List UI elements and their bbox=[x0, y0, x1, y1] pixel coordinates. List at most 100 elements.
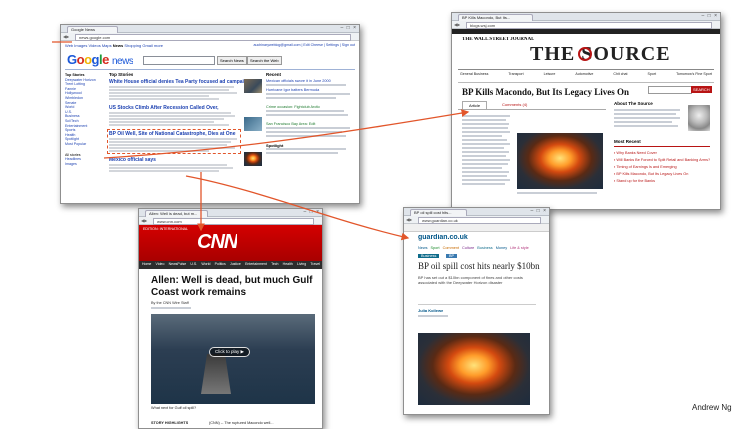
the-source-logo: THE SOURCE bbox=[530, 43, 671, 65]
address-bar: ◀▶ news.google.com bbox=[61, 33, 359, 41]
cnn-lead-text: (CNN) -- The ruptured Macondo well... bbox=[209, 421, 274, 425]
search-news-button[interactable]: Search News bbox=[217, 56, 247, 65]
top-stories-heading: Top Stories bbox=[109, 72, 134, 77]
business-section-tag[interactable]: Business bbox=[418, 254, 440, 258]
url-field[interactable]: www.cnn.com bbox=[153, 218, 314, 225]
window-controls[interactable]: – □ × bbox=[531, 209, 548, 214]
window-controls[interactable]: – □ × bbox=[702, 14, 719, 19]
story-headline[interactable]: BP Oil Well, Site of National Catastroph… bbox=[109, 131, 239, 137]
address-bar: ◀▶ blogs.wsj.com bbox=[452, 21, 720, 29]
recent-item[interactable]: ▪ Stand up for the Banks bbox=[614, 178, 712, 185]
guardian-standfirst: BP has set out a $10bn component of fine… bbox=[418, 275, 523, 285]
window-controls[interactable]: – □ × bbox=[304, 210, 321, 215]
standfirst-rule bbox=[418, 304, 536, 305]
bp-subtag[interactable]: BP bbox=[446, 254, 458, 258]
click-to-play-button[interactable]: Click to play ▶ bbox=[209, 347, 250, 357]
story-list: White House official denies Tea Party fo… bbox=[107, 79, 250, 173]
recent-item[interactable]: ▪ Why Banks Need Cover bbox=[614, 150, 712, 157]
story-item-bp-highlighted[interactable]: BP Oil Well, Site of National Catastroph… bbox=[107, 129, 241, 154]
edition-label[interactable]: EDITION: INTERNATIONAL bbox=[143, 227, 188, 231]
story-item[interactable]: US Stocks Climb After Recession Called O… bbox=[109, 105, 239, 126]
guardian-window: BP oil spill cost hits... – □ × ◀▶ www.g… bbox=[403, 207, 550, 415]
tab-bar: Google News – □ × bbox=[61, 25, 359, 33]
story-headline[interactable]: White House official denies Tea Party fo… bbox=[109, 79, 250, 85]
wsj-page: THE WALL STREET JOURNAL THE SOURCE Gener… bbox=[452, 29, 720, 209]
wsj-oil-rig-photo bbox=[517, 133, 603, 189]
tab-bar: Allen: Well is dead, but m... – □ × bbox=[139, 209, 322, 217]
wsj-search-input[interactable] bbox=[648, 86, 692, 94]
guardian-byline[interactable]: Julia Kollewe bbox=[418, 308, 443, 313]
most-recent-rule bbox=[614, 146, 710, 147]
author-avatar bbox=[688, 105, 710, 131]
account-links[interactable]: auchinaryweblog@gmail.com | Edit Cheese … bbox=[253, 43, 355, 47]
google-top-links[interactable]: Web Images Videos Maps News Shopping Gma… bbox=[65, 43, 163, 48]
guardian-section-nav[interactable]: News Sport Comment Culture Business Mone… bbox=[418, 246, 542, 250]
window-controls[interactable]: – □ × bbox=[341, 26, 358, 31]
tab-bar: BP Kills Macondo, But Its... – □ × bbox=[452, 13, 720, 21]
story-headline[interactable]: US Stocks Climb After Recession Called O… bbox=[109, 105, 239, 111]
google-news-logo: Google news bbox=[67, 52, 134, 67]
cnn-window: Allen: Well is dead, but m... – □ × ◀▶ w… bbox=[138, 208, 323, 429]
story-headline[interactable]: Mexico official says bbox=[109, 157, 239, 163]
url-field[interactable]: www.guardian.co.uk bbox=[418, 217, 541, 224]
story-item[interactable]: Mexico official says bbox=[109, 157, 239, 172]
browser-tab[interactable]: BP Kills Macondo, But Its... bbox=[458, 14, 533, 21]
address-bar: ◀▶ www.guardian.co.uk bbox=[404, 216, 549, 224]
cnn-video-player[interactable]: Click to play ▶ bbox=[151, 314, 315, 404]
browser-tab[interactable]: Allen: Well is dead, but m... bbox=[145, 210, 208, 217]
sidebar-nav: Top Stories Deepwater Horizon Trent Lott… bbox=[65, 73, 105, 166]
back-forward-icon[interactable]: ◀▶ bbox=[406, 217, 412, 222]
sidebar-footer-item[interactable]: Images bbox=[65, 162, 105, 167]
story-thumbnail bbox=[244, 117, 262, 131]
cnn-page: EDITION: INTERNATIONAL CNN Home Video News… bbox=[139, 225, 322, 428]
browser-tab[interactable]: BP oil spill cost hits... bbox=[410, 209, 467, 216]
story-item[interactable]: White House official denies Tea Party fo… bbox=[109, 79, 250, 100]
wsj-headline: BP Kills Macondo, But Its Legacy Lives O… bbox=[462, 87, 630, 97]
cnn-nav[interactable]: Home Video NewsPulse U.S. World Politics Justi… bbox=[142, 262, 320, 266]
guardian-toolbar bbox=[404, 224, 549, 232]
wsj-masthead: THE WALL STREET JOURNAL bbox=[462, 37, 535, 42]
recent-column: Mexican officials swore it in June 2000 … bbox=[266, 79, 354, 154]
video-caption: What next for Gulf oil spill? bbox=[151, 406, 197, 410]
guardian-dateline bbox=[418, 315, 448, 317]
wsj-article-body bbox=[462, 115, 512, 187]
cnn-logo[interactable]: CNN bbox=[197, 231, 237, 254]
address-bar: ◀▶ www.cnn.com bbox=[139, 217, 322, 225]
url-field[interactable]: blogs.wsj.com bbox=[466, 22, 712, 29]
play-icon: ▶ bbox=[240, 349, 244, 354]
tab-comments[interactable]: Comments (4) bbox=[496, 101, 533, 108]
wsj-section-nav[interactable]: General Business Transport Leisure Automoti… bbox=[460, 72, 712, 76]
back-forward-icon[interactable]: ◀▶ bbox=[63, 34, 69, 39]
cnn-dateline bbox=[151, 307, 191, 309]
google-news-page: Web Images Videos Maps News Shopping Gma… bbox=[61, 41, 359, 203]
guardian-page: guardian.co.uk News Sport Comment Cultur… bbox=[404, 224, 549, 414]
guardian-logo[interactable]: guardian.co.uk bbox=[418, 234, 468, 241]
search-web-button[interactable]: Search the Web bbox=[247, 56, 282, 65]
recent-item[interactable]: ▪ Timing of Earnings Is and Emerging bbox=[614, 164, 712, 171]
author-credit: Andrew Ng bbox=[692, 403, 732, 412]
wsj-window: BP Kills Macondo, But Its... – □ × ◀▶ bl… bbox=[451, 12, 721, 210]
url-field[interactable]: news.google.com bbox=[75, 34, 351, 41]
guardian-headline: BP oil spill cost hits nearly $10bn bbox=[418, 261, 540, 271]
cnn-byline: By the CNN Wire Staff bbox=[151, 301, 189, 305]
masthead-rule bbox=[458, 69, 714, 70]
google-news-window: Google News – □ × ◀▶ news.google.com Web… bbox=[60, 24, 360, 204]
guardian-oil-rig-photo bbox=[418, 333, 530, 405]
story-thumbnail-oil-rig bbox=[244, 152, 262, 166]
back-forward-icon[interactable]: ◀▶ bbox=[141, 218, 147, 223]
wsj-search-button[interactable]: SEARCH bbox=[691, 86, 712, 93]
back-forward-icon[interactable]: ◀▶ bbox=[454, 22, 460, 27]
story-thumbnail bbox=[244, 79, 262, 93]
oil-rig-silhouette bbox=[201, 354, 231, 394]
browser-tab[interactable]: Google News bbox=[67, 26, 118, 33]
story-highlights-label: STORY HIGHLIGHTS bbox=[151, 421, 189, 425]
most-recent-list: ▪ Why Banks Need Cover ▪ Will Banks Be F… bbox=[614, 150, 712, 185]
recent-item[interactable]: ▪ BP Kills Macondo, But Its Legacy Lives… bbox=[614, 171, 712, 178]
about-the-source-heading: About The Source bbox=[614, 101, 653, 106]
article-tab-rule bbox=[458, 109, 606, 110]
source-logo-circle-icon bbox=[578, 47, 592, 61]
tab-bar: BP oil spill cost hits... – □ × bbox=[404, 208, 549, 216]
news-search-input[interactable] bbox=[143, 56, 215, 65]
recent-item[interactable]: ▪ Will Banks Be Forced to Split Retail a… bbox=[614, 157, 712, 164]
recent-heading: Recent bbox=[266, 72, 282, 77]
